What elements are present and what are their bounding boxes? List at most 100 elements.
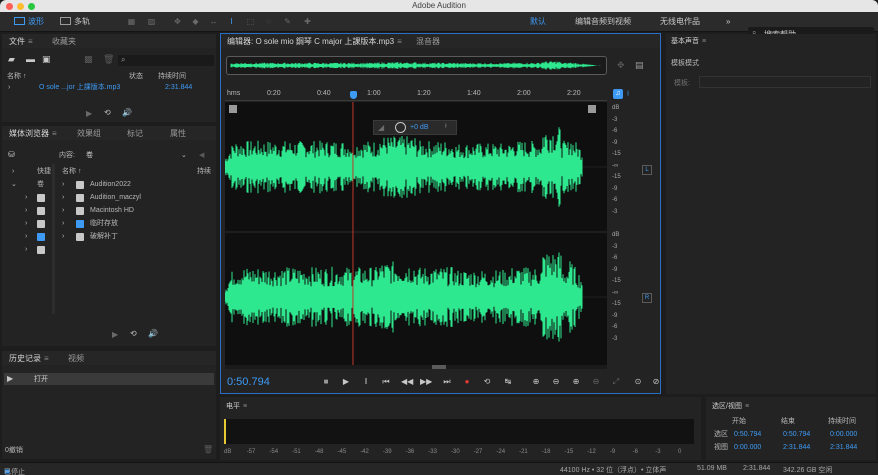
tab-favorites[interactable]: 收藏夹	[52, 36, 76, 48]
save-icon[interactable]: ▩	[84, 54, 93, 65]
gain-knob-icon[interactable]	[395, 122, 406, 133]
tab-video[interactable]: 视频	[68, 353, 84, 365]
panel-layout-icon[interactable]: ▤	[635, 60, 644, 71]
razor-tool-icon[interactable]: ◆	[191, 17, 200, 26]
volumes-item[interactable]: 卷	[37, 179, 44, 190]
waveform-overview[interactable]	[226, 56, 607, 75]
skip-selection-icon[interactable]: ↹	[502, 377, 514, 387]
time-ruler[interactable]: hms 0:20 0:40 1:00 1:20 1:40 2:00 2:20	[225, 89, 607, 101]
tab-properties[interactable]: 属性	[170, 128, 186, 140]
files-search-input[interactable]: ⌕	[118, 55, 214, 66]
tab-files[interactable]: 文件 ≡	[9, 36, 33, 48]
zoom-navigator-icon[interactable]: ✥	[617, 60, 625, 71]
column-duration[interactable]: 持续时间	[158, 71, 186, 82]
waveform-view-button[interactable]: 波形	[14, 16, 44, 28]
column-name[interactable]: 名称 ↑	[62, 166, 81, 177]
spot-healing-icon[interactable]: ✚	[303, 17, 312, 26]
selection-start[interactable]: 0:50.794	[734, 430, 761, 440]
fade-out-handle[interactable]	[588, 105, 596, 113]
content-select[interactable]: 卷	[86, 150, 93, 161]
expand-arrow-icon[interactable]: ›	[25, 218, 27, 229]
expand-arrow-icon[interactable]: ›	[25, 192, 27, 203]
view-start[interactable]: 0:00.000	[734, 443, 761, 453]
loop-preview-icon[interactable]: ⟲	[130, 329, 137, 338]
workspace-default[interactable]: 默认	[530, 16, 546, 28]
rewind-icon[interactable]: ◀◀	[401, 377, 413, 387]
waveform-area[interactable]: ◢ +0 dB ⍿	[224, 102, 607, 365]
expand-arrow-icon[interactable]: ›	[25, 205, 27, 216]
stop-icon[interactable]: ■	[320, 377, 332, 387]
column-duration[interactable]: 持续	[197, 166, 211, 177]
zoom-window-button[interactable]	[28, 3, 35, 10]
record-icon[interactable]: ●	[461, 377, 473, 387]
marquee-tool-icon[interactable]: ⬚	[246, 17, 255, 26]
level-meter[interactable]	[224, 419, 694, 444]
more-workspaces-button[interactable]: »	[726, 16, 730, 28]
zoom-more-icon[interactable]: ⊘	[650, 377, 662, 387]
drive-icon[interactable]: ⛁	[8, 150, 15, 159]
expand-arrow-icon[interactable]: ›	[8, 82, 10, 93]
current-time[interactable]: 0:50.794	[227, 376, 270, 388]
workspace-radio-production[interactable]: 无线电作品	[660, 16, 700, 28]
play-icon[interactable]: ▶	[340, 377, 352, 387]
selection-end[interactable]: 0:50.794	[783, 430, 810, 440]
view-duration[interactable]: 2:31.844	[830, 443, 857, 453]
close-window-button[interactable]	[6, 3, 13, 10]
zoom-full-icon[interactable]: ⤢	[610, 377, 622, 387]
preset-select[interactable]	[699, 76, 871, 88]
play-preview-icon[interactable]: ▶	[86, 109, 92, 118]
tab-media-browser[interactable]: 媒体浏览器 ≡	[9, 128, 57, 140]
view-end[interactable]: 2:31.844	[783, 443, 810, 453]
autoplay-icon[interactable]: 🔊	[122, 108, 132, 117]
pause-icon[interactable]: ‖	[360, 377, 372, 387]
chevron-down-icon[interactable]: ⌄	[181, 150, 187, 161]
fast-forward-icon[interactable]: ▶▶	[420, 377, 432, 387]
tab-history[interactable]: 历史记录 ≡	[9, 353, 49, 365]
new-file-icon[interactable]: ▣	[42, 54, 51, 65]
play-preview-icon[interactable]: ▶	[112, 330, 118, 339]
zoom-selection-icon[interactable]: ⊙	[632, 377, 644, 387]
collapse-arrow-icon[interactable]: ⌄	[11, 179, 17, 190]
zoom-in-time-icon[interactable]: ⊕	[570, 377, 582, 387]
tab-effects-rack[interactable]: 效果组	[77, 128, 101, 140]
skip-start-icon[interactable]: ⏮	[380, 377, 392, 387]
multitrack-view-button[interactable]: 多轨	[60, 16, 90, 28]
pin-icon[interactable]: ⍿	[627, 89, 629, 99]
trash-icon[interactable]: 🗑	[203, 445, 213, 454]
shortcuts-item[interactable]: 快捷	[37, 166, 51, 177]
expand-arrow-icon[interactable]: ›	[25, 244, 27, 255]
history-item[interactable]: ▶ 打开	[4, 373, 214, 385]
spectral-display-icon[interactable]: ▦	[127, 17, 136, 26]
scroll-thumb[interactable]	[432, 365, 446, 369]
column-status[interactable]: 状态	[129, 71, 143, 82]
list-item[interactable]: › Audition_maczyl	[62, 192, 212, 203]
skip-end-icon[interactable]: ⏭	[441, 377, 453, 387]
playhead-handle[interactable]	[349, 91, 357, 99]
channel-right-toggle[interactable]: R	[642, 293, 652, 303]
column-name[interactable]: 名称 ↑	[7, 71, 26, 82]
pane-divider[interactable]	[52, 164, 55, 314]
loop-preview-icon[interactable]: ⟲	[104, 108, 111, 117]
channel-left-toggle[interactable]: L	[642, 165, 652, 175]
expand-arrow-icon[interactable]: ›	[12, 166, 14, 177]
lasso-tool-icon[interactable]: ◌	[264, 17, 273, 26]
move-tool-icon[interactable]: ✥	[173, 17, 182, 26]
tab-mixer[interactable]: 混音器	[416, 36, 440, 48]
minimize-window-button[interactable]	[17, 3, 24, 10]
list-item[interactable]: › Macintosh HD	[62, 205, 212, 216]
open-file-icon[interactable]: ▰	[8, 54, 15, 65]
import-icon[interactable]: ▬	[26, 54, 35, 64]
delete-icon[interactable]: 🗑	[103, 54, 114, 65]
pitch-display-icon[interactable]: ▨	[147, 17, 156, 26]
zoom-out-time-icon[interactable]: ⊖	[590, 377, 602, 387]
loop-icon[interactable]: ⟲	[481, 377, 493, 387]
slip-tool-icon[interactable]: ↔	[209, 17, 218, 26]
file-row[interactable]: › O sole ...jor 上課版本.mp3 2:31.844	[2, 82, 216, 93]
workspace-edit-audio-to-video[interactable]: 编辑音频到视频	[575, 16, 631, 28]
nav-back-icon[interactable]: ◀	[199, 150, 204, 161]
list-item[interactable]: › 临时存放	[62, 218, 212, 229]
hud-gain-control[interactable]: ◢ +0 dB ⍿	[373, 120, 457, 135]
selection-duration[interactable]: 0:00.000	[830, 430, 857, 440]
fade-in-handle[interactable]	[229, 105, 237, 113]
tab-markers[interactable]: 标记	[127, 128, 143, 140]
